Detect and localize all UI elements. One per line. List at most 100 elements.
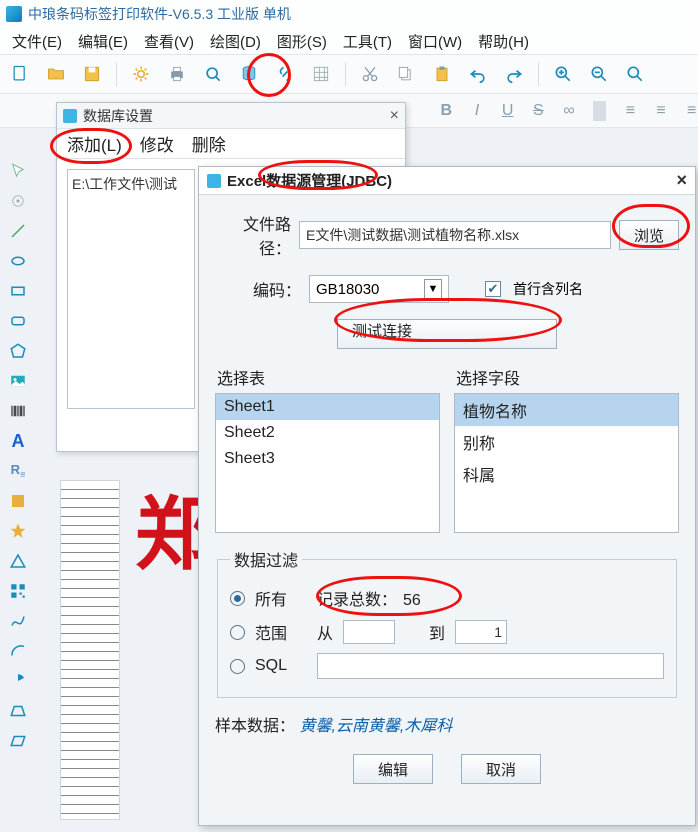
underline-icon[interactable]: U: [501, 102, 514, 120]
image-tool-icon[interactable]: [7, 370, 29, 392]
copy-icon[interactable]: [394, 62, 418, 86]
align-right-icon[interactable]: ≡: [685, 102, 698, 120]
menu-view[interactable]: 查看(V): [138, 29, 200, 54]
cut-icon[interactable]: [358, 62, 382, 86]
save-icon[interactable]: [80, 62, 104, 86]
menu-file[interactable]: 文件(E): [6, 29, 68, 54]
triangle-tool-icon[interactable]: [7, 550, 29, 572]
label-encoding: 编码：: [245, 277, 301, 301]
close-icon[interactable]: ×: [390, 107, 399, 125]
cursor-tool-icon[interactable]: [7, 160, 29, 182]
menu-help[interactable]: 帮助(H): [472, 29, 535, 54]
link-icon[interactable]: [273, 62, 297, 86]
table-listbox[interactable]: Sheet1 Sheet2 Sheet3: [215, 393, 440, 533]
range-to-input[interactable]: 1: [455, 620, 507, 644]
edit-button[interactable]: 编辑: [353, 754, 433, 784]
tab-add[interactable]: 添加(L): [67, 131, 122, 156]
encoding-value: GB18030: [316, 281, 379, 298]
datasource-list[interactable]: E:\工作文件\测试: [67, 169, 195, 409]
arc-tool-icon[interactable]: [7, 640, 29, 662]
zoom-in-icon[interactable]: [551, 62, 575, 86]
new-doc-icon[interactable]: [8, 62, 32, 86]
list-item[interactable]: Sheet3: [216, 446, 439, 472]
menu-graph[interactable]: 图形(S): [271, 29, 333, 54]
menu-edit[interactable]: 编辑(E): [72, 29, 134, 54]
label-to: 到: [429, 620, 445, 644]
record-count-value: 56: [403, 592, 421, 609]
chevron-down-icon[interactable]: ▼: [424, 279, 442, 299]
filter-legend: 数据过滤: [230, 547, 302, 571]
sql-input[interactable]: [317, 653, 664, 679]
target-tool-icon[interactable]: [7, 190, 29, 212]
trapezoid-tool-icon[interactable]: [7, 700, 29, 722]
open-icon[interactable]: [44, 62, 68, 86]
strike-icon[interactable]: S: [532, 102, 545, 120]
parallelogram-tool-icon[interactable]: [7, 730, 29, 752]
tab-delete[interactable]: 删除: [192, 131, 226, 156]
list-item[interactable]: 科属: [455, 458, 678, 490]
ellipse-tool-icon[interactable]: [7, 250, 29, 272]
zoom-out-icon[interactable]: [587, 62, 611, 86]
undo-icon[interactable]: [466, 62, 490, 86]
dialog-titlebar[interactable]: Excel数据源管理(JDBC) ×: [199, 167, 695, 195]
link-format-icon[interactable]: ∞: [563, 102, 576, 120]
sector-tool-icon[interactable]: [7, 670, 29, 692]
curve-tool-icon[interactable]: [7, 610, 29, 632]
radio-range[interactable]: [230, 625, 245, 640]
cancel-button[interactable]: 取消: [461, 754, 541, 784]
star-tool-icon[interactable]: [7, 520, 29, 542]
qrcode-tool-icon[interactable]: [7, 580, 29, 602]
dialog-titlebar[interactable]: 数据库设置 ×: [57, 103, 405, 129]
align-center-icon[interactable]: ≡: [655, 102, 668, 120]
redo-icon[interactable]: [502, 62, 526, 86]
datasource-item[interactable]: E:\工作文件\测试: [72, 176, 177, 192]
menu-draw[interactable]: 绘图(D): [204, 29, 267, 54]
sample-label: 样本数据：: [215, 718, 295, 735]
preview-icon[interactable]: [201, 62, 225, 86]
browse-button[interactable]: 浏览: [619, 220, 679, 250]
database-icon[interactable]: [237, 62, 261, 86]
browse-button-label: 浏览: [634, 225, 664, 246]
close-icon[interactable]: ×: [676, 170, 687, 191]
tab-modify[interactable]: 修改: [140, 131, 174, 156]
list-item[interactable]: 别称: [455, 426, 678, 458]
gear-icon[interactable]: [129, 62, 153, 86]
fill-tool-icon[interactable]: [7, 490, 29, 512]
record-count-label: 记录总数：: [317, 592, 397, 609]
richtext-tool-icon[interactable]: R≡: [7, 460, 29, 482]
field-listbox[interactable]: 植物名称 别称 科属: [454, 393, 679, 533]
data-filter-group: 数据过滤 所有 记录总数：56 范围 从 到 1 S: [217, 547, 677, 698]
rect-tool-icon[interactable]: [7, 280, 29, 302]
zoom-fit-icon[interactable]: [623, 62, 647, 86]
grid-icon[interactable]: [309, 62, 333, 86]
polygon-tool-icon[interactable]: [7, 340, 29, 362]
menu-tool[interactable]: 工具(T): [337, 29, 398, 54]
list-item[interactable]: Sheet1: [216, 394, 439, 420]
encoding-select[interactable]: GB18030 ▼: [309, 275, 449, 303]
roundrect-tool-icon[interactable]: [7, 310, 29, 332]
menu-window[interactable]: 窗口(W): [402, 29, 468, 54]
label-record-count: 记录总数： 56: [317, 586, 421, 610]
paste-icon[interactable]: [430, 62, 454, 86]
italic-icon[interactable]: I: [471, 102, 484, 120]
file-path-input[interactable]: E文件\测试数据\测试植物名称.xlsx: [299, 221, 611, 249]
test-connection-button[interactable]: 测试连接: [337, 319, 557, 349]
sample-data-row: 样本数据： 黄馨,云南黄馨,木犀科: [215, 712, 679, 736]
window-titlebar: 中琅条码标签打印软件-V6.5.3 工业版 单机: [0, 0, 698, 28]
align-left-icon[interactable]: ≡: [624, 102, 637, 120]
barcode-tool-icon[interactable]: [7, 400, 29, 422]
dialog-title: 数据库设置: [83, 106, 153, 126]
text-tool-icon[interactable]: A: [7, 430, 29, 452]
bold-icon[interactable]: B: [440, 102, 453, 120]
list-item[interactable]: 植物名称: [455, 394, 678, 426]
separator: [345, 62, 346, 86]
range-from-input[interactable]: [343, 620, 395, 644]
range-to-value: 1: [494, 624, 502, 640]
print-icon[interactable]: [165, 62, 189, 86]
list-item[interactable]: Sheet2: [216, 420, 439, 446]
radio-sql[interactable]: [230, 659, 245, 674]
line-tool-icon[interactable]: [7, 220, 29, 242]
separator: [538, 62, 539, 86]
radio-all[interactable]: [230, 591, 245, 606]
header-checkbox[interactable]: ✔: [485, 281, 501, 297]
